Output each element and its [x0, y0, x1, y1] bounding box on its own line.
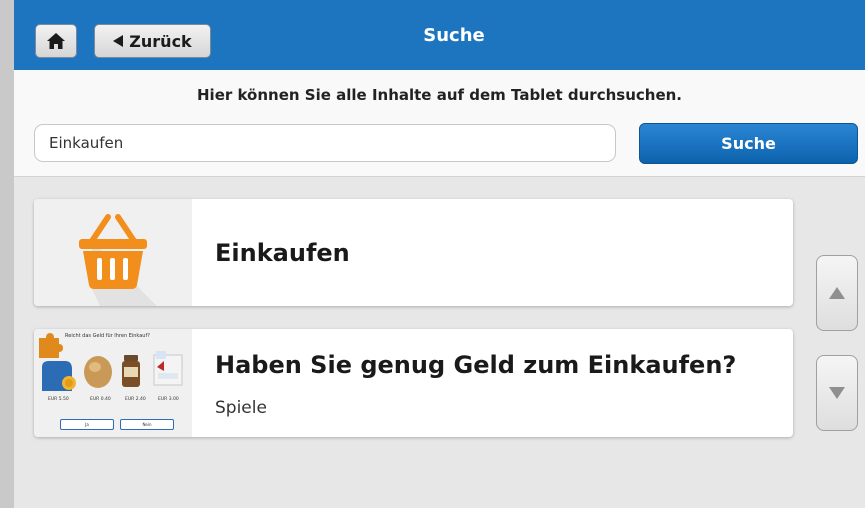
home-icon [47, 33, 65, 49]
preview-yes-button: Ja [60, 419, 114, 430]
preview-price: EUR 3.00 [158, 397, 179, 402]
result-item-einkaufen[interactable]: Einkaufen [34, 199, 793, 306]
back-button-label: Zurück [129, 31, 192, 51]
preview-title: Reicht das Geld für Ihren Einkauf? [65, 333, 150, 339]
result-item-geld-spiel[interactable]: Reicht das Geld für Ihren Einkauf? EUR 5… [34, 329, 793, 437]
home-button[interactable] [35, 24, 77, 58]
preview-no-button: Nein [120, 419, 174, 430]
preview-price: EUR 0.40 [90, 397, 111, 402]
milk-carton-icon [153, 351, 183, 386]
app-frame: Zurück Suche Hier können Sie alle Inhalt… [14, 0, 865, 508]
result-thumbnail: Reicht das Geld für Ihren Einkauf? EUR 5… [34, 329, 192, 437]
page-title: Suche [423, 24, 485, 46]
triangle-up-icon [829, 287, 845, 299]
back-arrow-icon [113, 35, 124, 47]
shopping-basket-icon [79, 214, 192, 306]
result-thumbnail [34, 199, 192, 306]
search-instruction: Hier können Sie alle Inhalte auf dem Tab… [197, 86, 682, 104]
wallet-icon [42, 361, 76, 391]
scroll-up-button[interactable] [816, 255, 858, 331]
bread-icon [84, 356, 112, 388]
preview-price: EUR 5.50 [48, 397, 69, 402]
search-button[interactable]: Suche [639, 123, 858, 164]
triangle-down-icon [829, 387, 845, 399]
preview-price: EUR 2.40 [125, 397, 146, 402]
header-bar: Zurück Suche [14, 0, 865, 70]
back-button[interactable]: Zurück [94, 24, 211, 58]
puzzle-piece-icon [39, 333, 63, 358]
jar-icon [122, 355, 140, 387]
scroll-down-button[interactable] [816, 355, 858, 431]
search-area: Hier können Sie alle Inhalte auf dem Tab… [14, 70, 865, 177]
result-category: Spiele [215, 398, 267, 418]
result-title: Haben Sie genug Geld zum Einkaufen? [215, 351, 737, 379]
result-title: Einkaufen [215, 238, 350, 267]
search-input[interactable] [34, 124, 616, 162]
